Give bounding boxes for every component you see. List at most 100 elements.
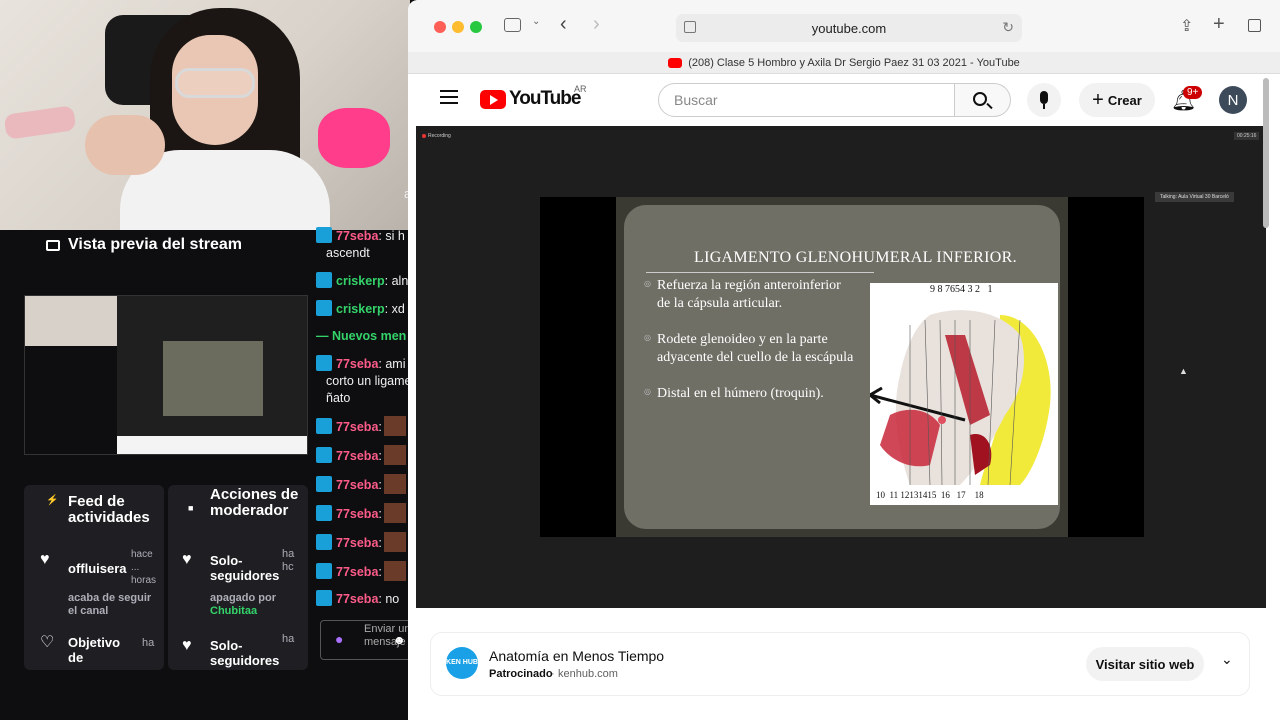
title-divider <box>646 272 874 273</box>
recording-dot-icon <box>422 134 426 138</box>
new-tab-icon[interactable]: + <box>1213 13 1225 36</box>
youtube-logo-icon[interactable] <box>480 90 506 109</box>
goal-name[interactable]: Objetivo de <box>68 635 128 665</box>
new-messages-divider: — Nuevos men <box>316 329 407 343</box>
followers-only-detail: apagado por <box>210 592 277 604</box>
slide-bullet-1: Refuerza la región anteroinferior de la … <box>657 278 841 311</box>
zoom-window-button[interactable] <box>470 21 482 33</box>
tab-title[interactable]: (208) Clase 5 Hombro y Axila Dr Sergio P… <box>688 57 1020 69</box>
share-icon[interactable]: ⇪ <box>1180 16 1193 36</box>
moderator-actor[interactable]: Chubitaa <box>210 605 257 617</box>
microphone-icon <box>1040 91 1048 104</box>
microphone-icon[interactable]: ● <box>335 631 343 647</box>
page-settings-icon[interactable] <box>684 21 696 33</box>
moderator-badge-icon <box>316 590 332 606</box>
chat-input-placeholder: Enviar un mensaje <box>364 623 411 648</box>
url-text: youtube.com <box>811 20 887 36</box>
bullet-icon: ◎ <box>644 279 651 288</box>
moderator-badge-icon <box>316 563 332 579</box>
tab-overview-icon[interactable] <box>1248 19 1261 32</box>
moderator-actions-title: Acciones de moderador <box>210 486 299 519</box>
anatomy-drawing <box>870 310 1051 486</box>
minimize-window-button[interactable] <box>452 21 464 33</box>
talking-indicator: Talking: Aula Virtual 30 Barceló <box>1155 192 1234 202</box>
chat-input[interactable]: ● Enviar un mensaje ☻ <box>320 620 418 660</box>
activity-feed-panel: ⚡ Feed de actividades ♥ offluisera hace … <box>24 485 164 670</box>
stream-dashboard: Vista previa del stream ⚡ Feed de activi… <box>0 0 418 720</box>
create-label: Crear <box>1107 92 1142 108</box>
chat-message: 77seba: <box>316 532 418 552</box>
ad-domain: kenhub.com <box>558 668 618 680</box>
shield-icon: ■ <box>188 503 194 513</box>
moderator-badge-icon <box>316 300 332 316</box>
tab-bar[interactable]: (208) Clase 5 Hombro y Axila Dr Sergio P… <box>408 52 1280 74</box>
moderator-actions-panel: ■ Acciones de moderador ♥ Solo-seguidore… <box>168 485 308 670</box>
followers-only-time: ha hc <box>282 548 295 573</box>
separator-dot: · <box>551 668 555 680</box>
emote-icon <box>383 561 406 581</box>
mini-ad-bar <box>117 436 307 454</box>
emoji-icon[interactable]: ☻ <box>393 633 406 647</box>
forward-icon[interactable]: › <box>593 13 600 36</box>
emote-icon <box>383 532 406 552</box>
followers-only-time-2: ha <box>282 633 295 645</box>
slide-title: LIGAMENTO GLENOHUMERAL INFERIOR. <box>694 249 1017 266</box>
reload-icon[interactable]: ↻ <box>1002 19 1014 36</box>
video-player[interactable]: Recording 00:25:16 Talking: Aula Virtual… <box>416 126 1266 608</box>
moderator-badge-icon <box>316 355 332 371</box>
kenhub-logo[interactable]: KEN HUB <box>446 647 478 679</box>
followers-only-name-2[interactable]: Solo-seguidores <box>210 638 286 668</box>
create-button[interactable]: + Crear <box>1079 83 1155 117</box>
stream-preview-header: Vista previa del stream <box>22 230 312 260</box>
account-avatar[interactable]: N <box>1219 86 1247 114</box>
pillow-shape <box>3 105 77 140</box>
menu-icon[interactable] <box>440 90 458 104</box>
mini-dashboard <box>25 346 117 454</box>
search-button[interactable] <box>955 83 1011 117</box>
shared-screen: LIGAMENTO GLENOHUMERAL INFERIOR. ◎ Refue… <box>540 197 1144 537</box>
mouse-cursor-icon: ▲ <box>1179 366 1188 376</box>
heart-outline-icon: ♡ <box>40 634 55 651</box>
chat-message: 77seba: <box>316 416 418 436</box>
voice-search-button[interactable] <box>1027 83 1061 117</box>
meeting-timer: 00:25:16 <box>1234 132 1260 140</box>
chat-message: criskerp: aln <box>316 272 418 290</box>
heart-icon: ♥ <box>182 551 192 568</box>
chevron-down-icon[interactable]: ⌄ <box>1221 651 1233 668</box>
sidebar-icon[interactable] <box>504 18 521 32</box>
ad-title[interactable]: Anatomía en Menos Tiempo <box>489 648 664 664</box>
youtube-logo-text[interactable]: YouTube <box>509 88 581 110</box>
follower-name[interactable]: offluisera <box>68 561 127 576</box>
follower-detail: acaba de seguir el canal <box>68 592 152 617</box>
page-scrollbar[interactable] <box>1263 78 1269 228</box>
visit-website-button[interactable]: Visitar sitio web <box>1086 647 1204 681</box>
bullet-icon: ◎ <box>644 387 651 396</box>
sponsored-ad[interactable]: KEN HUB Anatomía en Menos Tiempo Patroci… <box>430 632 1250 696</box>
chat-message: 77seba: ami <box>316 355 418 373</box>
shoulder-anatomy-figure: 9 8 7654 3 2 1 10 11 12131415 16 17 18 <box>870 283 1058 505</box>
address-bar[interactable]: youtube.com ↻ <box>676 14 1022 42</box>
recording-indicator: Recording <box>422 133 451 139</box>
moderator-badge-icon <box>316 227 332 243</box>
chat-message: 77seba: <box>316 445 418 465</box>
moderator-badge-icon <box>316 476 332 492</box>
bullet-icon: ◎ <box>644 333 651 342</box>
close-window-button[interactable] <box>434 21 446 33</box>
search-input[interactable]: Buscar <box>658 83 955 117</box>
chevron-down-icon[interactable]: ⌄ <box>532 16 540 27</box>
slide-bullet-3: Distal en el húmero (troquin). <box>657 386 824 401</box>
chat-message: 77seba: <box>316 474 418 494</box>
chat-message-cont: ñato <box>326 391 351 405</box>
moderator-badge-icon <box>316 505 332 521</box>
mini-webcam <box>25 296 117 346</box>
preview-icon <box>46 239 60 251</box>
chat-message-cont: ascendt <box>326 246 370 260</box>
stream-preview-thumbnail[interactable] <box>24 295 308 455</box>
notification-badge: 9+ <box>1183 86 1203 99</box>
followers-only-name[interactable]: Solo-seguidores <box>210 553 286 583</box>
moderator-badge-icon <box>316 447 332 463</box>
glasses-shape <box>175 68 255 98</box>
back-icon[interactable]: ‹ <box>560 13 567 36</box>
emote-icon <box>383 416 406 436</box>
region-code: AR <box>574 84 587 94</box>
